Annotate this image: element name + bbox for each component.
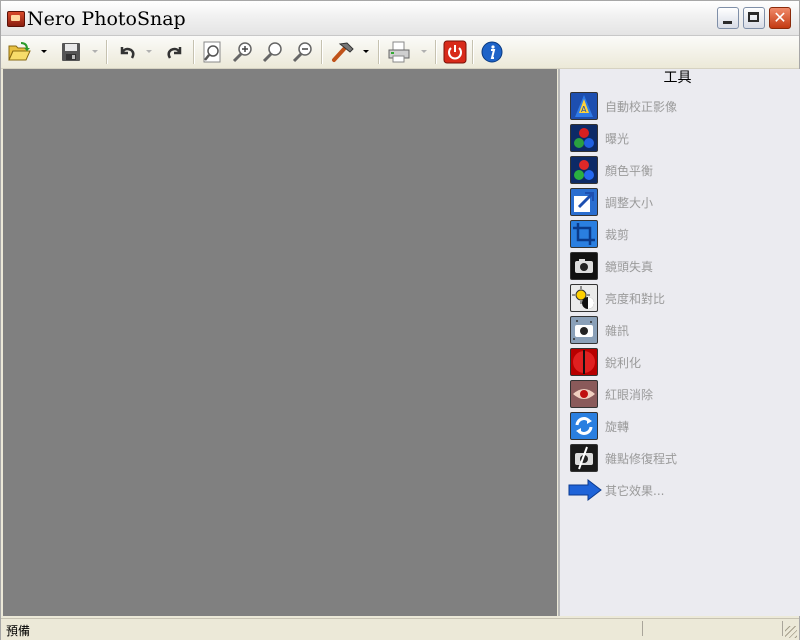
- arrow-right-icon: [568, 479, 602, 501]
- app-icon[interactable]: [7, 11, 25, 27]
- tool-rotate[interactable]: 旋轉: [570, 412, 790, 440]
- toolbar: [1, 36, 799, 69]
- tool-spot-healing[interactable]: 雜點修復程式: [570, 444, 790, 472]
- tool-exposure[interactable]: 曝光: [570, 124, 790, 152]
- undo-icon: [120, 47, 135, 59]
- zoom-out-icon: [292, 42, 312, 63]
- lens-distortion-icon: [570, 252, 598, 280]
- window-title: Nero PhotoSnap: [27, 8, 186, 30]
- tool-red-eye[interactable]: 紅眼消除: [570, 380, 790, 408]
- title-bar[interactable]: Nero PhotoSnap ✕: [1, 1, 799, 36]
- maximize-icon: [748, 12, 759, 22]
- tool-label: 裁剪: [605, 227, 630, 242]
- undo-button[interactable]: [114, 39, 140, 65]
- tool-label: 其它效果...: [605, 483, 665, 498]
- about-button[interactable]: [479, 39, 505, 65]
- zoom-fit-icon: [203, 41, 221, 63]
- print-dropdown[interactable]: [420, 47, 427, 57]
- redo-icon: [167, 47, 182, 59]
- red-eye-icon: [570, 380, 598, 408]
- tool-label: 銳利化: [605, 355, 642, 370]
- save-button[interactable]: [58, 39, 84, 65]
- toolbar-separator: [106, 40, 108, 64]
- power-exit-icon: [443, 40, 467, 64]
- close-button[interactable]: ✕: [769, 7, 791, 29]
- app-window: Nero PhotoSnap ✕ 工具 A 自動校正影像 曝光 顏色平衡 調整大…: [0, 0, 800, 640]
- zoom-actual-icon: [262, 42, 282, 63]
- tool-label: 旋轉: [605, 419, 630, 434]
- print-button[interactable]: [386, 39, 412, 65]
- redo-button[interactable]: [162, 39, 188, 65]
- sharpen-icon: [570, 348, 598, 376]
- tool-resize[interactable]: 調整大小: [570, 188, 790, 216]
- toolbar-separator: [472, 40, 474, 64]
- undo-dropdown[interactable]: [145, 47, 152, 57]
- tool-lens-distortion[interactable]: 鏡頭失真: [570, 252, 790, 280]
- tool-label: 曝光: [605, 131, 630, 146]
- image-canvas[interactable]: [3, 69, 557, 616]
- open-dropdown[interactable]: [40, 47, 47, 57]
- color-balance-icon: [570, 156, 598, 184]
- status-text: 預備: [6, 624, 31, 638]
- tool-label: 顏色平衡: [605, 163, 654, 178]
- tools-panel: 工具 A 自動校正影像 曝光 顏色平衡 調整大小 裁剪 鏡頭失真 亮度和對比 雜…: [558, 69, 800, 616]
- zoom-in-icon: [232, 42, 252, 63]
- exposure-icon: [570, 124, 598, 152]
- spot-healing-icon: [570, 444, 598, 472]
- toolbar-separator: [321, 40, 323, 64]
- tool-sharpen[interactable]: 銳利化: [570, 348, 790, 376]
- auto-correct-icon: A: [570, 92, 598, 120]
- zoom-in-button[interactable]: [230, 39, 256, 65]
- toolbar-separator: [193, 40, 195, 64]
- rotate-icon: [570, 412, 598, 440]
- tool-label: 雜訊: [605, 323, 630, 338]
- noise-icon: [570, 316, 598, 344]
- exit-button[interactable]: [442, 39, 468, 65]
- toolbar-separator: [435, 40, 437, 64]
- zoom-fit-button[interactable]: [200, 39, 226, 65]
- status-bar: 預備: [1, 618, 799, 640]
- minimize-icon: [723, 21, 732, 24]
- status-divider: [642, 621, 643, 636]
- tool-label: 鏡頭失真: [605, 259, 654, 274]
- zoom-out-button[interactable]: [290, 39, 316, 65]
- info-icon: [481, 41, 503, 63]
- maximize-button[interactable]: [743, 7, 765, 29]
- svg-text:A: A: [581, 105, 587, 114]
- tool-more-effects[interactable]: 其它效果...: [568, 476, 790, 504]
- open-folder-icon: [8, 42, 31, 61]
- save-icon: [62, 43, 80, 61]
- save-dropdown[interactable]: [91, 47, 98, 57]
- resize-icon: [570, 188, 598, 216]
- hammer-tools-icon: [332, 42, 354, 62]
- tool-color-balance[interactable]: 顏色平衡: [570, 156, 790, 184]
- tool-crop[interactable]: 裁剪: [570, 220, 790, 248]
- toolbar-separator: [378, 40, 380, 64]
- tool-brightness-contrast[interactable]: 亮度和對比: [570, 284, 790, 312]
- panel-title: 工具: [663, 70, 692, 86]
- crop-icon: [570, 220, 598, 248]
- status-divider: [782, 621, 783, 636]
- brightness-contrast-icon: [570, 284, 598, 312]
- resize-grip[interactable]: [785, 626, 797, 638]
- tool-label: 雜點修復程式: [605, 451, 678, 466]
- tool-label: 紅眼消除: [605, 387, 654, 402]
- tool-auto-correct[interactable]: A 自動校正影像: [570, 92, 790, 120]
- close-icon: ✕: [773, 8, 787, 27]
- tool-noise[interactable]: 雜訊: [570, 316, 790, 344]
- minimize-button[interactable]: [717, 7, 739, 29]
- tool-label: 自動校正影像: [605, 99, 678, 114]
- zoom-actual-button[interactable]: [260, 39, 286, 65]
- tool-label: 調整大小: [605, 195, 654, 210]
- print-icon: [388, 41, 410, 63]
- tools-dropdown[interactable]: [362, 47, 369, 57]
- tool-label: 亮度和對比: [605, 291, 666, 306]
- open-button[interactable]: [6, 39, 32, 65]
- tools-button[interactable]: [330, 39, 356, 65]
